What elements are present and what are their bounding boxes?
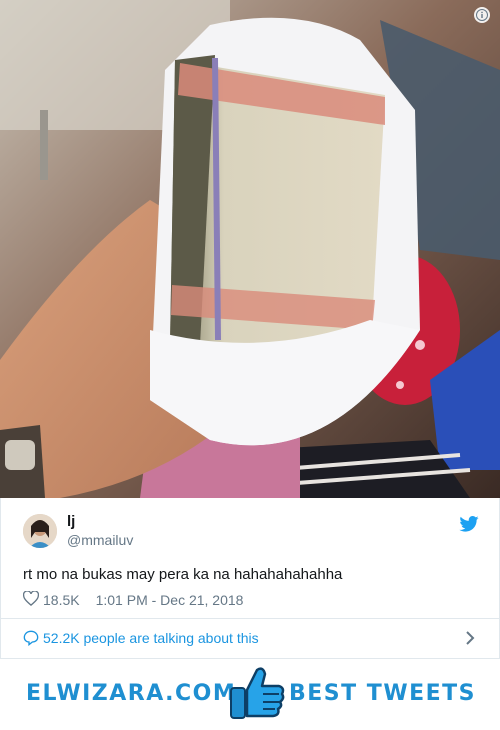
tweet-meta: 18.5K 1:01 PM - Dec 21, 2018 [22, 590, 244, 609]
tweet-card: lj @mmailuv rt mo na bukas may pera ka n… [0, 498, 500, 659]
speech-bubble-icon [23, 630, 39, 647]
avatar[interactable] [23, 514, 57, 548]
conversation-count[interactable]: 52.2K people are talking about this [43, 630, 259, 646]
tagline: BEST TWEETS [289, 681, 476, 706]
money-envelope-image [0, 0, 500, 498]
site-name[interactable]: ELWIZARA.COM [26, 681, 236, 706]
thumbs-up-icon [227, 662, 289, 724]
twitter-bird-icon[interactable] [459, 516, 479, 532]
display-name[interactable]: lj [67, 513, 75, 530]
heart-icon[interactable] [22, 590, 40, 609]
conversation-link[interactable]: 52.2K people are talking about this [1, 618, 499, 657]
branding-banner: ELWIZARA.COM BEST TWEETS [0, 659, 500, 730]
user-handle[interactable]: @mmailuv [67, 532, 133, 548]
tweet-text: rt mo na bukas may pera ka na hahahahaha… [23, 566, 343, 583]
tweet-photo[interactable] [0, 0, 500, 498]
chevron-right-icon[interactable] [465, 630, 475, 651]
like-count[interactable]: 18.5K [43, 592, 80, 608]
info-icon[interactable] [474, 7, 490, 23]
timestamp[interactable]: 1:01 PM - Dec 21, 2018 [96, 592, 244, 608]
